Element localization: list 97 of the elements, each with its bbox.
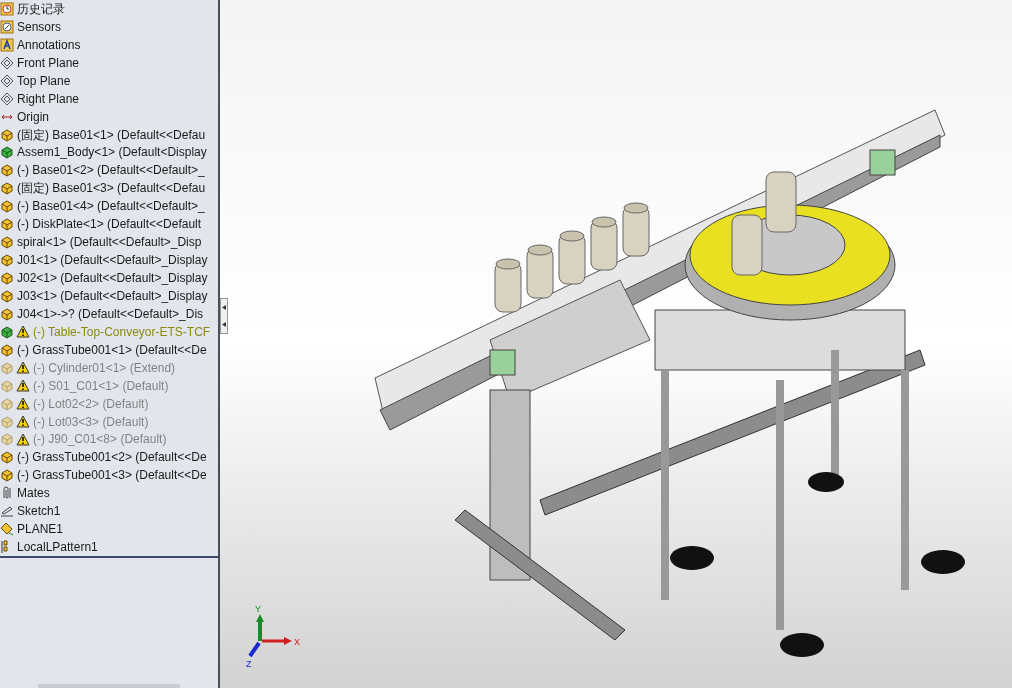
tree-item-label: J04<1>->? (Default<<Default>_Dis — [17, 307, 204, 320]
part-icon — [0, 342, 14, 357]
part-icon — [0, 181, 14, 196]
warning-icon — [16, 325, 30, 339]
part-icon — [0, 127, 14, 142]
clock-icon — [0, 1, 14, 16]
tree-item[interactable]: 历史记录 — [0, 0, 218, 18]
tree-item[interactable]: Sketch1 — [0, 502, 218, 521]
tree-item-label: spiral<1> (Default<<Default>_Disp — [17, 236, 202, 249]
tree-item[interactable]: J01<1> (Default<<Default>_Display — [0, 251, 218, 270]
part-icon — [0, 468, 14, 483]
tree-item-label: J01<1> (Default<<Default>_Display — [17, 254, 208, 267]
tree-item-label: Front Plane — [17, 56, 80, 69]
part-icon — [0, 271, 14, 286]
tree-item[interactable]: PLANE1 — [0, 520, 218, 539]
axis-label: Z — [246, 659, 252, 668]
tree-item-label: (-) Lot03<3> (Default) — [33, 415, 149, 428]
tree-item-label: Top Plane — [17, 74, 71, 87]
tree-item-label: Sensors — [17, 20, 62, 33]
tree-item-label: J03<1> (Default<<Default>_Display — [17, 289, 208, 302]
tree-item[interactable]: (-) GrassTube001<3> (Default<<De — [0, 466, 218, 485]
part-icon — [0, 217, 14, 232]
warning-icon — [16, 415, 30, 429]
part-icon — [0, 432, 14, 447]
tree-item-label: 历史记录 — [17, 2, 65, 15]
x-axis-arrow — [262, 637, 292, 645]
tree-item-label: Right Plane — [17, 92, 80, 105]
y-axis-arrow — [256, 614, 264, 641]
tree-item[interactable]: Right Plane — [0, 89, 218, 108]
arrow-icon — [222, 305, 226, 310]
tree-item-label: Mates — [17, 487, 50, 500]
tree-item[interactable]: Sensors — [0, 17, 218, 36]
tree-item-label: Assem1_Body<1> (Default<Display — [17, 146, 207, 159]
tree-item[interactable]: (固定) Base01<1> (Default<<Defau — [0, 125, 218, 144]
tree-item[interactable]: (-) Base01<2> (Default<<Default>_ — [0, 161, 218, 180]
tree-item[interactable]: J03<1> (Default<<Default>_Display — [0, 287, 218, 305]
tree-item[interactable]: Top Plane — [0, 71, 218, 90]
tree-item[interactable]: Mates — [0, 484, 218, 503]
component-icon — [0, 324, 14, 339]
part-icon — [0, 360, 14, 375]
tree-item[interactable]: Origin — [0, 107, 218, 126]
tree-item[interactable]: J02<1> (Default<<Default>_Display — [0, 269, 218, 287]
tree-item-label: Annotations — [17, 38, 81, 51]
component-icon — [0, 145, 14, 160]
tree-item[interactable]: (固定) Base01<3> (Default<<Defau — [0, 179, 218, 198]
tree-item[interactable]: Front Plane — [0, 53, 218, 72]
part-icon — [0, 253, 14, 268]
tree-item-label: (-) GrassTube001<3> (Default<<De — [17, 469, 207, 482]
part-icon — [0, 288, 14, 303]
arrow-icon — [222, 322, 226, 327]
tree-item-label: (-) Base01<4> (Default<<Default>_ — [17, 200, 205, 213]
tree-item-label: (-) S01_C01<1> (Default) — [33, 379, 169, 392]
warning-icon — [16, 432, 30, 446]
gauge-icon — [0, 19, 14, 34]
part-icon — [0, 378, 14, 393]
axis-label: Y — [255, 604, 261, 614]
tree-item-label: Origin — [17, 110, 49, 123]
tree-item[interactable]: LocalLPattern1 — [0, 538, 218, 557]
tree-item[interactable]: (-) GrassTube001<1> (Default<<De — [0, 340, 218, 359]
tree-item-label: J02<1> (Default<<Default>_Display — [17, 272, 208, 285]
tree-item[interactable]: spiral<1> (Default<<Default>_Disp — [0, 233, 218, 252]
part-icon — [0, 396, 14, 411]
tree-item-label: (-) Lot02<2> (Default) — [33, 397, 149, 410]
tree-item[interactable]: Assem1_Body<1> (Default<Display — [0, 143, 218, 162]
tree-item-label: (-) Base01<2> (Default<<Default>_ — [17, 164, 205, 177]
tree-item-label: (-) GrassTube001<1> (Default<<De — [17, 343, 207, 356]
tree-item-label: (固定) Base01<1> (Default<<Defau — [17, 128, 206, 141]
paperclip-icon — [0, 486, 14, 501]
warning-icon — [16, 379, 30, 393]
axis-label: X — [294, 637, 300, 647]
warning-icon — [16, 361, 30, 375]
tree-item-label: (-) J90_C01<8> (Default) — [33, 433, 167, 446]
tree-item-label: (-) Table-Top-Conveyor-ETS-TCF — [33, 325, 211, 338]
tree-item-label: (-) DiskPlate<1> (Default<<Default — [17, 218, 202, 231]
part-icon — [0, 199, 14, 214]
tree-item[interactable]: (-) DiskPlate<1> (Default<<Default — [0, 215, 218, 234]
part-icon — [0, 450, 14, 465]
tree-item-label: (-) GrassTube001<2> (Default<<De — [17, 451, 207, 464]
part-icon — [0, 306, 14, 321]
sketch-icon — [0, 504, 14, 519]
tree-item-label: LocalLPattern1 — [17, 541, 98, 554]
tree-item-label: (固定) Base01<3> (Default<<Defau — [17, 182, 206, 195]
part-icon — [0, 163, 14, 178]
tree-item-label: PLANE1 — [17, 523, 64, 536]
collapse-tab[interactable] — [220, 298, 228, 334]
tree-item[interactable]: (-) Base01<4> (Default<<Default>_ — [0, 197, 218, 216]
tree-item[interactable]: J04<1>->? (Default<<Default>_Dis — [0, 304, 218, 323]
origin-icon — [0, 113, 14, 120]
tree-item-label: Sketch1 — [17, 505, 61, 518]
annotation-icon — [0, 37, 14, 52]
warning-icon — [16, 397, 30, 411]
part-icon — [0, 414, 14, 429]
tree-item-label: (-) Cylinder01<1> (Extend) — [33, 361, 176, 374]
plane-icon — [0, 522, 14, 537]
part-icon — [0, 235, 14, 250]
tree-item[interactable]: Annotations — [0, 35, 218, 54]
tree-item[interactable]: (-) GrassTube001<2> (Default<<De — [0, 448, 218, 467]
